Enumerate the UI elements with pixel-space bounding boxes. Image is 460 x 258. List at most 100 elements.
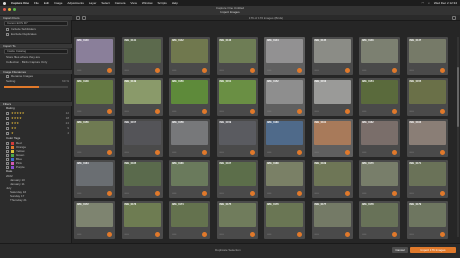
list-view-icon[interactable]: [82, 16, 86, 20]
apple-icon[interactable]: [3, 1, 6, 5]
thumbnail-image[interactable]: [218, 39, 256, 63]
thumbnail[interactable]: IMG_0144 •••••: [264, 37, 305, 75]
import-status-icon[interactable]: [154, 191, 160, 196]
import-status-icon[interactable]: [392, 232, 397, 237]
thumbnail-image[interactable]: [408, 80, 446, 104]
thumbnail[interactable]: IMG_0155 •••••: [406, 78, 448, 116]
import-status-icon[interactable]: [297, 191, 302, 196]
thumbnail[interactable]: IMG_0153 •••••: [311, 78, 353, 116]
import-status-icon[interactable]: [154, 109, 160, 114]
menu-adjustments[interactable]: Adjustments: [67, 1, 84, 5]
rating-dots[interactable]: •••••: [77, 110, 81, 113]
rating-dots[interactable]: •••••: [172, 151, 176, 154]
import-status-icon[interactable]: [392, 109, 397, 114]
thumbnail-image[interactable]: [76, 80, 113, 104]
thumbnail-image[interactable]: [218, 203, 256, 227]
thumbnail-image[interactable]: [361, 80, 398, 104]
import-status-icon[interactable]: [297, 150, 302, 155]
thumbnail-image[interactable]: [266, 162, 303, 186]
rating-dots[interactable]: •••••: [362, 69, 366, 72]
thumbnail-image[interactable]: [218, 162, 256, 186]
thumbnail-image[interactable]: [313, 162, 351, 186]
menu-layer[interactable]: Layer: [89, 1, 97, 5]
import-status-icon[interactable]: [154, 68, 160, 73]
import-status-icon[interactable]: [344, 150, 350, 155]
menu-image[interactable]: Image: [54, 1, 62, 5]
rating-dots[interactable]: •••••: [220, 151, 224, 154]
thumbnail-image[interactable]: [123, 121, 161, 145]
rating-dots[interactable]: •••••: [220, 233, 224, 236]
thumbnail[interactable]: IMG_0165 •••••: [121, 160, 163, 198]
thumbnail[interactable]: IMG_0173 •••••: [121, 201, 163, 239]
rating-dots[interactable]: •••••: [362, 110, 366, 113]
menu-help[interactable]: Help: [172, 1, 178, 5]
thumbnail-image[interactable]: [408, 162, 446, 186]
import-status-icon[interactable]: [249, 68, 255, 73]
thumbnail-image[interactable]: [408, 121, 446, 145]
import-status-icon[interactable]: [249, 109, 255, 114]
menu-scripts[interactable]: Scripts: [158, 1, 167, 5]
import-status-icon[interactable]: [439, 109, 445, 114]
rating-dots[interactable]: •••••: [172, 69, 176, 72]
import-status-icon[interactable]: [344, 68, 350, 73]
thumbnail-image[interactable]: [171, 121, 208, 145]
thumbnail-image[interactable]: [361, 39, 398, 63]
thumbnail-image[interactable]: [361, 162, 398, 186]
rating-dots[interactable]: •••••: [362, 192, 366, 195]
checkbox-icon[interactable]: [6, 126, 9, 130]
thumbnail[interactable]: IMG_0175 •••••: [216, 201, 258, 239]
import-status-icon[interactable]: [297, 68, 302, 73]
import-status-icon[interactable]: [344, 191, 350, 196]
checkbox-icon[interactable]: [6, 74, 9, 78]
thumbnail[interactable]: IMG_0152 •••••: [264, 78, 305, 116]
rating-dots[interactable]: •••••: [220, 110, 224, 113]
checkbox-icon[interactable]: [6, 32, 9, 36]
thumbnail[interactable]: IMG_0149 •••••: [121, 78, 163, 116]
rating-dots[interactable]: •••••: [77, 233, 81, 236]
grid-view-icon[interactable]: [76, 16, 80, 20]
rating-dots[interactable]: •••••: [172, 110, 176, 113]
import-destination-select[interactable]: Inside Catalog: [4, 49, 68, 54]
rating-dots[interactable]: •••••: [125, 192, 129, 195]
import-status-icon[interactable]: [439, 232, 445, 237]
rating-dots[interactable]: •••••: [315, 110, 319, 113]
checkbox-icon[interactable]: [6, 131, 9, 135]
rating-dots[interactable]: •••••: [267, 233, 271, 236]
rating-dots[interactable]: •••••: [362, 233, 366, 236]
rating-dots[interactable]: •••••: [267, 69, 271, 72]
import-from-header[interactable]: Import From: [0, 15, 72, 20]
thumbnail[interactable]: IMG_0156 •••••: [74, 119, 115, 157]
import-status-icon[interactable]: [107, 232, 112, 237]
thumbnail-image[interactable]: [218, 80, 256, 104]
thumbnail[interactable]: IMG_0140 •••••: [74, 37, 115, 75]
import-status-icon[interactable]: [202, 109, 207, 114]
thumbnail-image[interactable]: [123, 203, 161, 227]
thumbnail[interactable]: IMG_0174 •••••: [169, 201, 210, 239]
checkbox-icon[interactable]: [6, 116, 9, 120]
thumbnail[interactable]: IMG_0178 •••••: [359, 201, 400, 239]
import-source-select[interactable]: Canon EOS R7: [4, 21, 68, 26]
thumbnail-image[interactable]: [123, 39, 161, 63]
thumbnail[interactable]: IMG_0143 •••••: [216, 37, 258, 75]
rating-dots[interactable]: •••••: [362, 151, 366, 154]
thumbnail[interactable]: IMG_0141 •••••: [121, 37, 163, 75]
minimize-window-button[interactable]: [8, 8, 11, 11]
thumbnail-image[interactable]: [171, 80, 208, 104]
thumbnail[interactable]: IMG_0157 •••••: [121, 119, 163, 157]
thumbnail[interactable]: IMG_0154 •••••: [359, 78, 400, 116]
thumbnail-image[interactable]: [218, 121, 256, 145]
thumbnail-image[interactable]: [313, 39, 351, 63]
rating-dots[interactable]: •••••: [220, 192, 224, 195]
rating-dots[interactable]: •••••: [267, 110, 271, 113]
thumbnail-image[interactable]: [76, 203, 113, 227]
import-status-icon[interactable]: [249, 150, 255, 155]
thumbnail-image[interactable]: [171, 39, 208, 63]
thumbnail[interactable]: IMG_0169 •••••: [311, 160, 353, 198]
thumbnail[interactable]: IMG_0159 •••••: [216, 119, 258, 157]
grid-scrollbar[interactable]: [457, 37, 459, 237]
import-status-icon[interactable]: [297, 232, 302, 237]
wifi-icon[interactable]: ◠: [422, 1, 425, 5]
duplicate-selection-button[interactable]: Duplicate Selection: [215, 248, 241, 252]
thumbnail-image[interactable]: [266, 39, 303, 63]
rating-dots[interactable]: •••••: [410, 151, 414, 154]
